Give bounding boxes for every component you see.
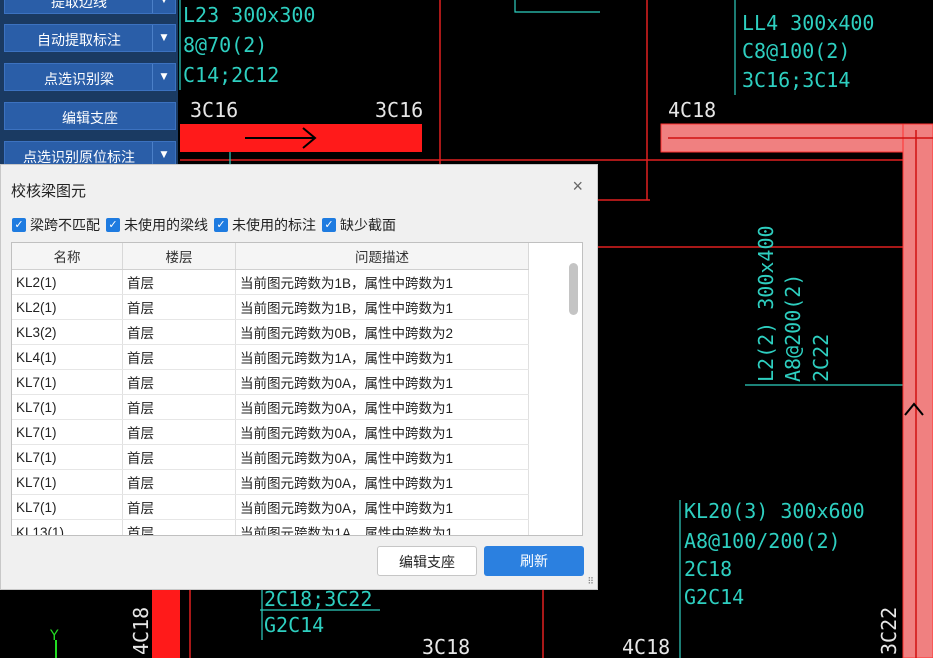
cad-bottom-rebar-3: 4C18: [622, 635, 670, 658]
cell-description: 当前图元跨数为0A，属性中跨数为1: [235, 369, 529, 395]
cell-name: KL7(1): [12, 369, 123, 395]
cad-top-rebar-3: 4C18: [668, 98, 716, 122]
vertical-scrollbar[interactable]: [569, 263, 578, 315]
edit-support-button[interactable]: 编辑支座: [4, 102, 176, 130]
checkbox-checked-icon[interactable]: ✓: [322, 218, 336, 232]
beam-red-left: [152, 590, 180, 658]
chevron-down-icon[interactable]: ▼: [152, 25, 175, 51]
table-row[interactable]: KL7(1) 首层 当前图元跨数为0A，属性中跨数为1: [12, 469, 529, 495]
cell-description: 当前图元跨数为0A，属性中跨数为1: [235, 469, 529, 495]
cell-description: 当前图元跨数为1A，属性中跨数为1: [235, 519, 529, 535]
close-icon[interactable]: ×: [572, 176, 583, 197]
table-row[interactable]: KL2(1) 首层 当前图元跨数为1B，属性中跨数为1: [12, 294, 529, 320]
cell-description: 当前图元跨数为1A，属性中跨数为1: [235, 344, 529, 370]
cell-name: KL7(1): [12, 444, 123, 470]
cell-floor: 首层: [122, 419, 236, 445]
table-row[interactable]: KL13(1) 首层 当前图元跨数为1A，属性中跨数为1: [12, 519, 529, 535]
cad-l2-rebar: 2C22: [809, 334, 833, 382]
cell-name: KL4(1): [12, 344, 123, 370]
cell-floor: 首层: [122, 494, 236, 520]
cell-floor: 首层: [122, 469, 236, 495]
filter-unused-labels[interactable]: ✓ 未使用的标注: [214, 215, 316, 235]
pick-identify-beam-button[interactable]: 点选识别梁 ▼: [4, 63, 176, 91]
cad-ll4-name: LL4 300x400: [742, 11, 874, 35]
table-row[interactable]: KL4(1) 首层 当前图元跨数为1A，属性中跨数为1: [12, 344, 529, 370]
cell-floor: 首层: [122, 319, 236, 345]
cell-floor: 首层: [122, 394, 236, 420]
cell-description: 当前图元跨数为0B，属性中跨数为2: [235, 319, 529, 345]
checkbox-checked-icon[interactable]: ✓: [214, 218, 228, 232]
check-beam-dialog: 校核梁图元 × ✓ 梁跨不匹配 ✓ 未使用的梁线 ✓ 未使用的标注 ✓ 缺少截面…: [0, 164, 598, 590]
cad-ll4-rebar: 3C16;3C14: [742, 68, 850, 92]
axis-y-label: Y: [49, 628, 59, 644]
cell-name: KL13(1): [12, 519, 123, 535]
column-header-description[interactable]: 问题描述: [235, 243, 529, 270]
refresh-button[interactable]: 刷新: [484, 546, 584, 576]
filter-unused-beam-lines[interactable]: ✓ 未使用的梁线: [106, 215, 208, 235]
filter-missing-section[interactable]: ✓ 缺少截面: [322, 215, 396, 235]
cell-name: KL7(1): [12, 419, 123, 445]
column-header-name[interactable]: 名称: [12, 243, 123, 270]
chevron-down-icon[interactable]: ▼: [152, 0, 175, 13]
cad-bottom-rebar-1: 4C18: [129, 607, 153, 655]
table-row[interactable]: KL2(1) 首层 当前图元跨数为1B，属性中跨数为1: [12, 269, 529, 295]
filter-span-mismatch[interactable]: ✓ 梁跨不匹配: [12, 215, 100, 235]
cad-bottom-rebar-4: 3C22: [877, 607, 901, 655]
auto-extract-label-button[interactable]: 自动提取标注 ▼: [4, 24, 176, 52]
cell-floor: 首层: [122, 519, 236, 535]
cell-floor: 首层: [122, 294, 236, 320]
checkbox-checked-icon[interactable]: ✓: [106, 218, 120, 232]
cell-name: KL3(2): [12, 319, 123, 345]
extract-edge-button[interactable]: 提取边线 ▼: [4, 0, 176, 14]
beam-tool-panel: 提取边线 ▼ 自动提取标注 ▼ 点选识别梁 ▼ 编辑支座 点选识别原位标注 ▼: [0, 0, 178, 169]
dialog-title: 校核梁图元: [11, 183, 87, 200]
checkbox-checked-icon[interactable]: ✓: [12, 218, 26, 232]
resize-grip-icon[interactable]: ⠿: [587, 576, 594, 587]
cad-bottom-side: G2C14: [264, 613, 324, 637]
cad-l23-name: L23 300x300: [183, 3, 315, 27]
table-header-row: 名称 楼层 问题描述: [12, 243, 529, 270]
issue-table[interactable]: 名称 楼层 问题描述 KL2(1) 首层 当前图元跨数为1B，属性中跨数为1 KL2(…: [11, 242, 583, 536]
cad-ll4-stirrup: C8@100(2): [742, 39, 850, 63]
filter-checkboxes: ✓ 梁跨不匹配 ✓ 未使用的梁线 ✓ 未使用的标注 ✓ 缺少截面: [12, 215, 402, 235]
cell-name: KL7(1): [12, 469, 123, 495]
cell-name: KL7(1): [12, 394, 123, 420]
chevron-down-icon[interactable]: ▼: [152, 64, 175, 90]
cell-description: 当前图元跨数为0A，属性中跨数为1: [235, 419, 529, 445]
cell-description: 当前图元跨数为0A，属性中跨数为1: [235, 494, 529, 520]
cad-l23-rebar: C14;2C12: [183, 63, 279, 87]
table-row[interactable]: KL7(1) 首层 当前图元跨数为0A，属性中跨数为1: [12, 444, 529, 470]
cad-l2-name: L2(2) 300x400: [754, 225, 778, 382]
cell-floor: 首层: [122, 369, 236, 395]
cad-kl20-stirrup: A8@100/200(2): [684, 529, 841, 553]
cad-top-rebar-1: 3C16: [190, 98, 238, 122]
table-row[interactable]: KL3(2) 首层 当前图元跨数为0B，属性中跨数为2: [12, 319, 529, 345]
table-row[interactable]: KL7(1) 首层 当前图元跨数为0A，属性中跨数为1: [12, 369, 529, 395]
cell-floor: 首层: [122, 344, 236, 370]
cell-floor: 首层: [122, 444, 236, 470]
cell-description: 当前图元跨数为0A，属性中跨数为1: [235, 394, 529, 420]
table-row[interactable]: KL7(1) 首层 当前图元跨数为0A，属性中跨数为1: [12, 494, 529, 520]
cad-top-rebar-2: 3C16: [375, 98, 423, 122]
cell-floor: 首层: [122, 269, 236, 295]
cad-bottom-rebar-2: 3C18: [422, 635, 470, 658]
cad-kl20-rebar: 2C18: [684, 557, 732, 581]
cell-name: KL7(1): [12, 494, 123, 520]
cell-name: KL2(1): [12, 269, 123, 295]
cell-description: 当前图元跨数为1B，属性中跨数为1: [235, 269, 529, 295]
cad-l23-stirrup: 8@70(2): [183, 33, 267, 57]
cad-kl20-side: G2C14: [684, 585, 744, 609]
table-row[interactable]: KL7(1) 首层 当前图元跨数为0A，属性中跨数为1: [12, 394, 529, 420]
cad-kl20-name: KL20(3) 300x600: [684, 499, 865, 523]
cad-l2-stirrup: A8@200(2): [781, 274, 805, 382]
edit-support-dialog-button[interactable]: 编辑支座: [377, 546, 477, 576]
table-row[interactable]: KL7(1) 首层 当前图元跨数为0A，属性中跨数为1: [12, 419, 529, 445]
cad-bottom-rebar: 2C18;3C22: [264, 587, 372, 611]
cell-description: 当前图元跨数为0A，属性中跨数为1: [235, 444, 529, 470]
cell-name: KL2(1): [12, 294, 123, 320]
beam-pink-vertical: [902, 123, 933, 658]
cell-description: 当前图元跨数为1B，属性中跨数为1: [235, 294, 529, 320]
column-header-floor[interactable]: 楼层: [122, 243, 236, 270]
